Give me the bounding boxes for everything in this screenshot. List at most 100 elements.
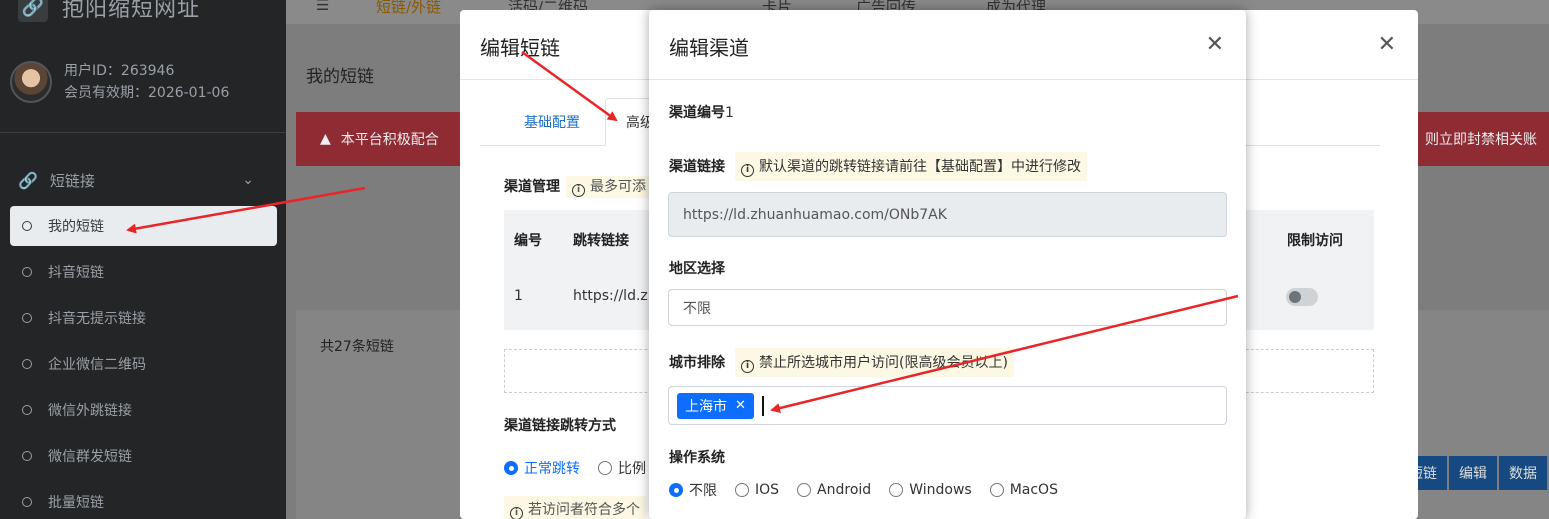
info-icon: i	[572, 184, 585, 197]
tab-basic-config[interactable]: 基础配置	[504, 98, 600, 146]
channel-management-heading: 渠道管理 i 最多可添	[504, 176, 652, 198]
redirect-note: i 若访问者符合多个	[504, 496, 646, 519]
stats-button[interactable]: 数据	[1499, 456, 1549, 490]
circle-icon	[22, 359, 32, 369]
sidebar-item-wechat-external[interactable]: 微信外跳链接	[10, 390, 277, 430]
sidebar-item-batch[interactable]: 批量短链	[10, 482, 277, 519]
os-option-macos[interactable]: MacOS	[989, 482, 1058, 498]
sidebar-item-label: 抖音无提示链接	[48, 311, 146, 327]
sidebar-item-label: 批量短链	[48, 495, 104, 511]
sidebar: 🔗 抱阳缩短网址 用户ID：263946 会员有效期：2026-01-06 🔗 …	[0, 0, 286, 519]
sidebar-item-label: 企业微信二维码	[48, 357, 146, 373]
circle-icon	[22, 221, 32, 231]
brand-name: 抱阳缩短网址	[62, 0, 201, 22]
modal-title: 编辑短链	[480, 36, 560, 60]
menu-icon[interactable]: ☰	[316, 0, 329, 14]
os-label: 操作系统	[669, 450, 725, 466]
circle-icon	[22, 313, 32, 323]
row-actions: 短链 编辑 数据	[1399, 456, 1549, 490]
radio-label: MacOS	[1009, 482, 1058, 498]
tip-text: 禁止所选城市用户访问(限高级会员以上)	[759, 355, 1008, 371]
close-icon[interactable]: ✕	[1206, 32, 1224, 57]
channel-no-value: 1	[725, 105, 734, 121]
os-option-android[interactable]: Android	[797, 482, 871, 498]
radio-checked-icon	[669, 483, 683, 497]
brand[interactable]: 🔗 抱阳缩短网址	[0, 0, 286, 28]
page-title: 我的短链	[306, 67, 374, 87]
os-options: 不限 IOS Android Windows MacOS	[669, 480, 1076, 500]
sidebar-item-my-links[interactable]: 我的短链	[10, 206, 277, 246]
radio-icon	[989, 483, 1004, 497]
radio-label: Android	[817, 482, 872, 498]
note-text: 若访问者符合多个	[528, 502, 640, 518]
region-select[interactable]: 不限	[668, 289, 1227, 326]
label-text: 渠道编号	[669, 105, 725, 121]
remove-tag-icon[interactable]: ✕	[735, 398, 746, 413]
sidebar-item-label: 抖音短链	[48, 265, 104, 281]
alert-text-right: ，则立即封禁相关账	[1411, 132, 1537, 148]
circle-icon	[22, 451, 32, 461]
edit-channel-modal: 编辑渠道 ✕ 渠道编号1 渠道链接 i 默认渠道的跳转链接请前往【基础配置】中进行…	[649, 10, 1246, 519]
sidebar-item-wecom-qrcode[interactable]: 企业微信二维码	[10, 344, 277, 384]
sidebar-item-wechat-group[interactable]: 微信群发短链	[10, 436, 277, 476]
member-expiry: 会员有效期：2026-01-06	[64, 85, 230, 101]
nav-group-short-links[interactable]: 🔗 短链接 ⌄	[0, 160, 286, 200]
city-exclude-tip: i 禁止所选城市用户访问(限高级会员以上)	[735, 348, 1014, 377]
os-option-ios[interactable]: IOS	[735, 482, 779, 498]
alert-text: 本平台积极配合	[340, 132, 439, 148]
radio-label: IOS	[755, 482, 780, 498]
radio-icon	[797, 483, 812, 497]
channel-tip: i 最多可添	[566, 176, 652, 198]
text-cursor	[761, 395, 764, 416]
edit-button[interactable]: 编辑	[1449, 456, 1499, 490]
city-exclude-label: 城市排除	[669, 355, 725, 371]
radio-label: 正常跳转	[524, 461, 580, 477]
sidebar-item-douyin[interactable]: 抖音短链	[10, 252, 277, 292]
radio-ratio-redirect[interactable]: 比例	[598, 458, 646, 478]
tip-text: 最多可添	[590, 179, 646, 195]
circle-icon	[22, 497, 32, 507]
avatar[interactable]	[10, 61, 52, 103]
redirect-mode-heading: 渠道链接跳转方式	[504, 418, 616, 434]
radio-icon	[889, 483, 904, 497]
tab-short-links[interactable]: 短链/外链	[376, 0, 441, 17]
radio-normal-redirect[interactable]: 正常跳转	[504, 458, 580, 478]
info-icon: i	[741, 164, 754, 177]
modal-title: 编辑渠道	[669, 36, 749, 60]
table-cell-link: https://ld.zh	[573, 288, 657, 304]
radio-label: 不限	[689, 483, 717, 499]
redirect-mode-options: 正常跳转 比例	[504, 458, 646, 478]
circle-icon	[22, 267, 32, 277]
section-label: 渠道管理	[504, 179, 560, 195]
info-icon: i	[510, 507, 523, 519]
city-tag-label: 上海市	[685, 398, 727, 415]
city-tag: 上海市 ✕	[677, 392, 754, 419]
restrict-access-toggle[interactable]	[1286, 288, 1318, 306]
user-id: 用户ID：263946	[64, 63, 175, 79]
close-icon[interactable]: ✕	[1378, 32, 1396, 57]
warning-icon: ▲	[320, 131, 331, 147]
chevron-down-icon: ⌄	[242, 172, 254, 188]
table-header-link: 跳转链接	[573, 233, 629, 249]
info-icon: i	[741, 360, 754, 373]
sidebar-item-label: 微信外跳链接	[48, 403, 132, 419]
channel-link-field[interactable]: https://ld.zhuanhuamao.com/ONb7AK	[668, 192, 1227, 237]
sidebar-item-douyin-no-prompt[interactable]: 抖音无提示链接	[10, 298, 277, 338]
table-header-no: 编号	[514, 233, 542, 249]
radio-icon	[598, 461, 612, 475]
radio-label: 比例	[618, 461, 646, 477]
link-icon: 🔗	[18, 170, 38, 190]
radio-checked-icon	[504, 461, 518, 475]
user-panel: 用户ID：263946 会员有效期：2026-01-06	[10, 60, 229, 104]
os-option-windows[interactable]: Windows	[889, 482, 972, 498]
sidebar-item-label: 微信群发短链	[48, 449, 132, 465]
radio-label: Windows	[909, 482, 972, 498]
radio-icon	[735, 483, 749, 497]
link-logo-icon: 🔗	[18, 0, 48, 22]
table-cell-no: 1	[514, 288, 523, 304]
os-option-any[interactable]: 不限	[669, 480, 717, 500]
channel-link-label: 渠道链接	[669, 159, 725, 175]
city-exclude-input[interactable]: 上海市 ✕	[668, 386, 1227, 425]
nav-group-label: 短链接	[49, 171, 95, 190]
channel-link-tip: i 默认渠道的跳转链接请前往【基础配置】中进行修改	[735, 152, 1087, 181]
